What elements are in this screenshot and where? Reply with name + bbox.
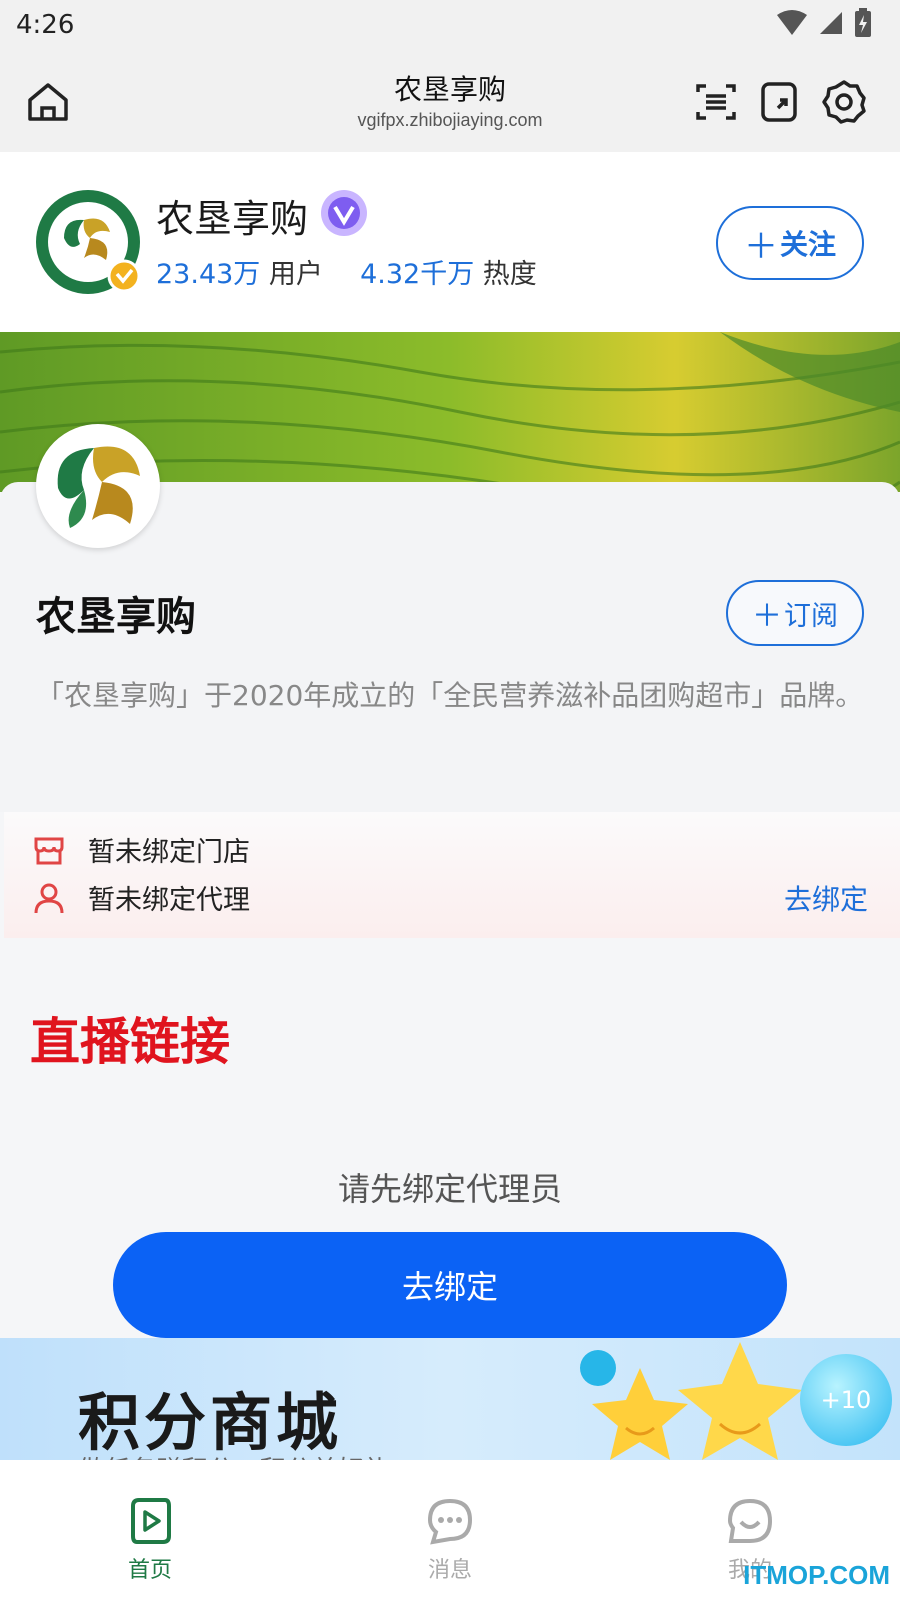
agent-status: 暂未绑定代理 (88, 885, 250, 916)
nav-label-home: 首页 (127, 1558, 172, 1583)
shop-description: 「农垦享购」于2020年成立的「全民营养滋补品团购超市」品牌。 (36, 679, 864, 712)
share-icon[interactable] (756, 78, 804, 126)
wifi-icon (777, 10, 807, 35)
store-status: 暂未绑定门店 (88, 837, 250, 868)
nav-item-messages[interactable]: 消息 (390, 1496, 510, 1584)
nav-item-home[interactable]: 首页 (90, 1496, 210, 1584)
shop-name: 农垦享购 (36, 594, 196, 640)
bind-agent-prompt: 请先绑定代理员 (337, 1170, 562, 1208)
bind-button[interactable]: 去绑定 (113, 1232, 787, 1338)
stars-decoration (580, 1342, 802, 1460)
heat-label: 热度 (482, 259, 537, 290)
plus-icon: ＋ (752, 599, 782, 634)
profile-card: 农垦享购 23.43万 用户 4.32千万 热度 ＋ 关注 (0, 152, 900, 332)
users-label: 用户 (268, 259, 323, 290)
bind-link[interactable]: 去绑定 (784, 878, 868, 918)
follow-label: 关注 (779, 228, 836, 261)
user-icon (34, 883, 64, 913)
binding-panel: 暂未绑定门店 暂未绑定代理 去绑定 (4, 812, 900, 938)
points-mall-subtitle: 做任务赚积分，积分兑好礼 (78, 1450, 390, 1460)
watermark: ITMOP.COM (743, 1560, 890, 1590)
chat-bubble-icon (427, 1498, 473, 1545)
battery-icon (855, 8, 871, 37)
agent-bind-row: 暂未绑定代理 (32, 878, 250, 917)
nav-label-messages: 消息 (427, 1558, 472, 1583)
profile-name: 农垦享购 (156, 197, 309, 241)
signal-icon (820, 12, 842, 34)
follow-button[interactable]: ＋ 关注 (716, 206, 864, 280)
subscribe-label: 订阅 (784, 600, 838, 632)
status-time: 4:26 (16, 10, 75, 40)
settings-icon[interactable] (820, 78, 868, 126)
vip-badge-icon (321, 190, 367, 236)
shop-avatar[interactable] (36, 424, 160, 548)
points-mall-banner[interactable]: 积分商城 做任务赚积分，积分兑好礼 +10 (0, 1338, 900, 1460)
plus-icon: ＋ (743, 226, 778, 267)
brand-logo[interactable] (34, 188, 142, 296)
status-bar: 4:26 (0, 0, 900, 52)
store-icon (34, 837, 64, 864)
users-count: 23.43万 (156, 259, 261, 290)
shop-logo-icon (40, 428, 156, 544)
scan-icon[interactable] (692, 78, 740, 126)
status-icons (776, 8, 872, 38)
store-bind-row: 暂未绑定门店 (32, 830, 250, 869)
plus-points-badge: +10 (800, 1354, 892, 1446)
home-play-icon (131, 1498, 171, 1544)
app-header: 农垦享购 vgifpx.zhibojiaying.com (0, 52, 900, 152)
heat-count: 4.32千万 (360, 259, 475, 290)
smile-icon (727, 1498, 773, 1543)
points-mall-title: 积分商城 (78, 1386, 343, 1459)
subscribe-button[interactable]: ＋ 订阅 (726, 580, 864, 646)
live-link-title: 直播链接 (30, 1013, 230, 1071)
profile-stats: 23.43万 用户 4.32千万 热度 (156, 252, 537, 291)
